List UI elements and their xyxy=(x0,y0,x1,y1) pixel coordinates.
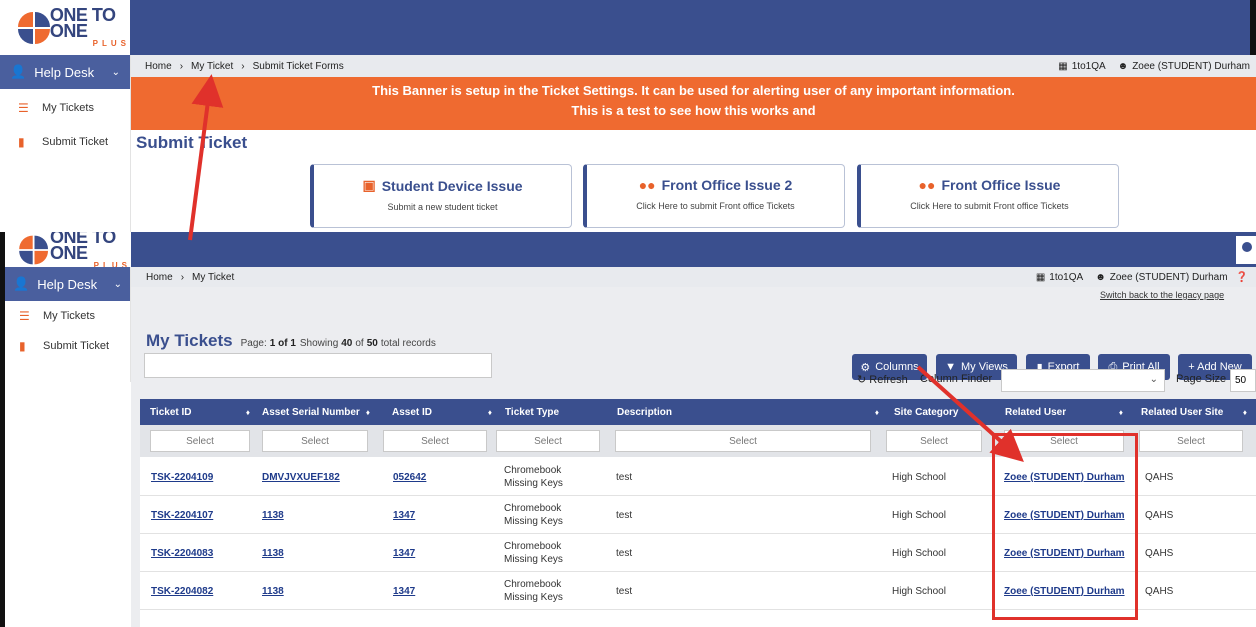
annotation-arrows xyxy=(188,74,1024,463)
arrow-to-related-user-filter xyxy=(916,365,1024,463)
arrow-to-my-ticket-breadcrumb xyxy=(188,74,224,241)
